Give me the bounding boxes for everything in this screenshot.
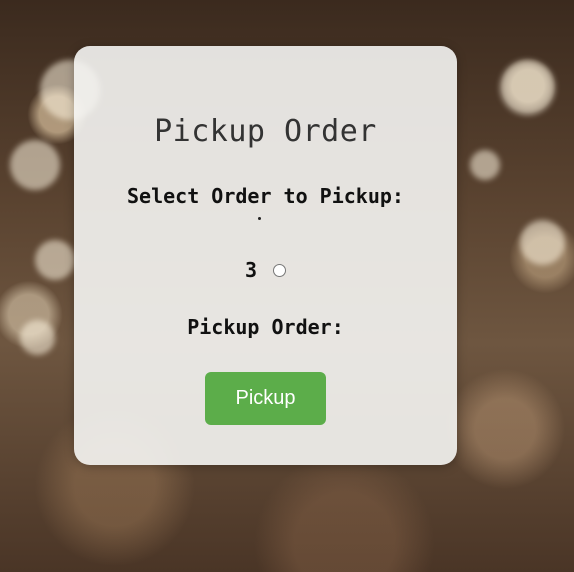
select-order-label: Select Order to Pickup: <box>127 184 404 208</box>
list-bullet <box>258 217 261 220</box>
bokeh-light <box>470 150 500 180</box>
bokeh-light <box>20 320 55 355</box>
bokeh-light <box>500 60 555 115</box>
pickup-button[interactable]: Pickup <box>205 372 326 425</box>
order-radio[interactable] <box>273 263 287 277</box>
bokeh-light <box>35 240 75 280</box>
bokeh-light <box>520 220 565 265</box>
pickup-order-card: Pickup Order Select Order to Pickup: 3 P… <box>74 46 457 465</box>
page-title: Pickup Order <box>154 114 377 149</box>
order-number: 3 <box>244 258 258 282</box>
bokeh-light <box>10 140 60 190</box>
pickup-order-label: Pickup Order: <box>187 315 344 339</box>
order-option[interactable]: 3 <box>74 258 457 282</box>
